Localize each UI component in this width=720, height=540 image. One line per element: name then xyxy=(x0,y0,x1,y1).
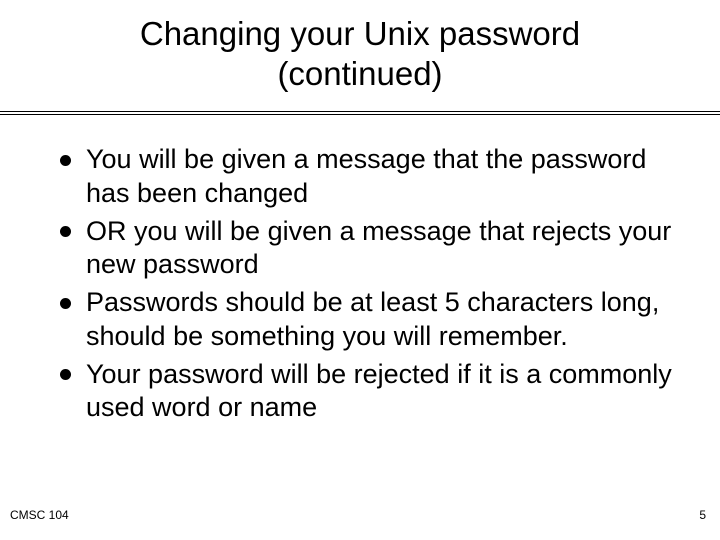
bullet-icon xyxy=(60,155,71,166)
page-number: 5 xyxy=(699,508,706,522)
list-item-text: You will be given a message that the pas… xyxy=(86,144,646,208)
bullet-icon xyxy=(60,298,71,309)
list-item: OR you will be given a message that reje… xyxy=(60,215,692,283)
list-item: You will be given a message that the pas… xyxy=(60,143,692,211)
divider xyxy=(0,111,720,115)
title-line-1: Changing your Unix password xyxy=(140,15,580,52)
list-item-text: Your password will be rejected if it is … xyxy=(86,359,672,423)
body-bullets: You will be given a message that the pas… xyxy=(0,123,720,425)
list-item: Your password will be rejected if it is … xyxy=(60,358,692,426)
title-line-2: (continued) xyxy=(277,55,442,92)
bullet-icon xyxy=(60,369,71,380)
list-item: Passwords should be at least 5 character… xyxy=(60,286,692,354)
slide: Changing your Unix password (continued) … xyxy=(0,0,720,540)
list-item-text: OR you will be given a message that reje… xyxy=(86,216,671,280)
list-item-text: Passwords should be at least 5 character… xyxy=(86,287,659,351)
footer-course-label: CMSC 104 xyxy=(10,508,69,522)
bullet-icon xyxy=(60,226,71,237)
slide-title: Changing your Unix password (continued) xyxy=(0,0,720,93)
